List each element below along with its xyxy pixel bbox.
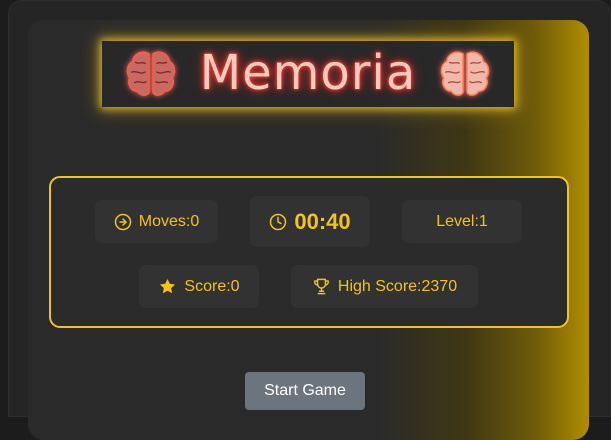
- clock-icon: [270, 213, 287, 230]
- moves-stat: Moves:0: [95, 200, 218, 243]
- score-value: 0: [230, 277, 240, 295]
- trophy-icon: [313, 278, 329, 295]
- high-score-label: High Score:: [337, 277, 422, 295]
- score-text: Score:0: [184, 278, 239, 296]
- high-score-stat: High Score:2370: [291, 265, 478, 308]
- timer-value: 00:40: [294, 208, 351, 234]
- timer-stat: 00:40: [250, 196, 370, 247]
- arrow-right-circle-icon: [114, 213, 131, 230]
- brain-icon: [440, 51, 490, 96]
- score-label: Score:: [184, 277, 231, 295]
- moves-label: Moves:: [138, 212, 191, 230]
- brain-icon: [126, 51, 176, 96]
- moves-text: Moves:0: [139, 213, 199, 231]
- high-score-value: 2370: [421, 277, 458, 295]
- level-label: Level:: [436, 212, 479, 230]
- level-text: Level:1: [436, 213, 488, 231]
- level-value: 1: [478, 212, 488, 230]
- moves-value: 0: [190, 212, 200, 230]
- high-score-text: High Score:2370: [338, 278, 457, 296]
- start-game-button[interactable]: Start Game: [245, 372, 365, 410]
- score-stat: Score:0: [139, 265, 259, 308]
- title-banner: Memoria: [102, 41, 514, 107]
- game-title: Memoria: [199, 45, 417, 101]
- star-icon: [160, 278, 176, 294]
- level-stat: Level:1: [402, 200, 522, 243]
